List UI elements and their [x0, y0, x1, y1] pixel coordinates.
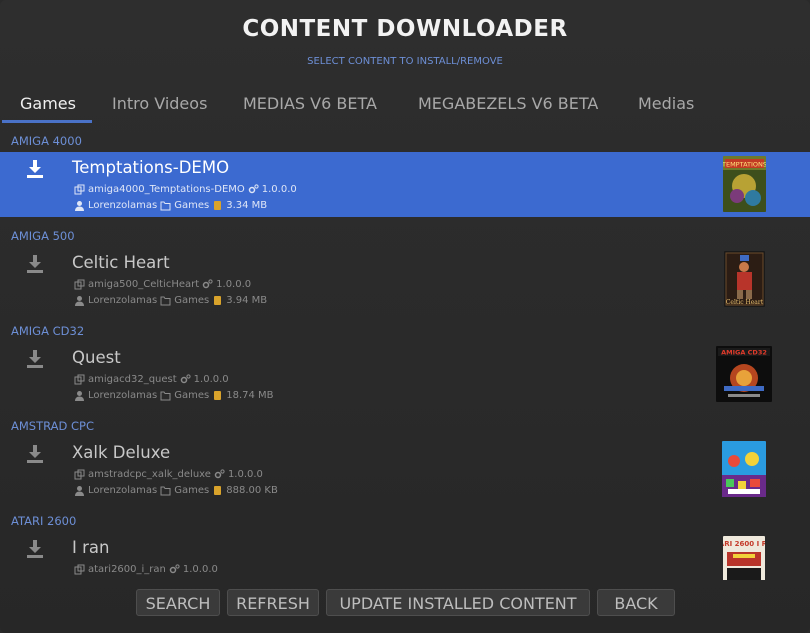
- item-id: amiga500_CelticHeart: [88, 279, 200, 290]
- item-author: Lorenzolamas: [88, 485, 158, 496]
- thumbnail-text: Celtic Heart: [726, 299, 764, 306]
- item-size: 888.00 KB: [226, 485, 278, 496]
- group-header-amiga-500: AMIGA 500: [11, 229, 75, 243]
- page-title: CONTENT DOWNLOADER: [242, 16, 568, 42]
- database-icon: [214, 391, 222, 400]
- database-icon: [214, 486, 222, 495]
- item-version: 1.0.0.0: [193, 374, 229, 385]
- game-thumbnail-atari2600: ATARI 2600 I RAN: [723, 536, 765, 580]
- item-name: I ran: [72, 538, 110, 557]
- group-header-amiga-4000: AMIGA 4000: [11, 134, 82, 148]
- item-meta-id: amigacd32_quest 1.0.0.0: [74, 374, 229, 385]
- item-version: 1.0.0.0: [216, 279, 252, 290]
- user-icon: [75, 201, 84, 211]
- item-id: amstradcpc_xalk_deluxe: [88, 469, 211, 480]
- item-id: atari2600_i_ran: [88, 564, 166, 575]
- copy-icon: [74, 564, 85, 575]
- update-installed-content-button[interactable]: UPDATE INSTALLED CONTENT: [326, 589, 590, 616]
- game-thumbnail-amstradcpc: [722, 441, 766, 497]
- item-name: Xalk Deluxe: [72, 443, 171, 462]
- gears-icon: [202, 279, 213, 289]
- item-author: Lorenzolamas: [88, 295, 158, 306]
- content-downloader-window: CONTENT DOWNLOADER SELECT CONTENT TO INS…: [0, 0, 810, 633]
- item-meta-details: Lorenzolamas Games 18.74 MB: [74, 390, 274, 401]
- item-size: 3.34 MB: [226, 200, 268, 211]
- copy-icon: [74, 374, 85, 385]
- game-thumbnail-amiga500: Celtic Heart: [724, 251, 765, 307]
- item-meta-id: amiga500_CelticHeart 1.0.0.0: [74, 279, 251, 290]
- tab-medias[interactable]: Medias: [638, 94, 694, 113]
- user-icon: [75, 486, 84, 496]
- group-header-amstrad-cpc: AMSTRAD CPC: [11, 419, 95, 433]
- active-tab-indicator: [2, 120, 92, 123]
- folder-icon: [160, 201, 171, 211]
- list-item[interactable]: Temptations-DEMO amiga4000_Temptations-D…: [0, 152, 810, 217]
- item-author: Lorenzolamas: [88, 200, 158, 211]
- download-icon: [27, 255, 43, 273]
- database-icon: [214, 201, 222, 210]
- group-header-amiga-cd32: AMIGA CD32: [11, 324, 85, 338]
- item-size: 3.94 MB: [226, 295, 268, 306]
- gears-icon: [248, 184, 259, 194]
- item-category: Games: [174, 390, 210, 401]
- item-meta-id: amstradcpc_xalk_deluxe 1.0.0.0: [74, 469, 263, 480]
- copy-icon: [74, 279, 85, 290]
- content-list[interactable]: AMIGA 4000 Temptations-DEMO amiga4000_Te…: [0, 130, 810, 580]
- tab-games[interactable]: Games: [20, 94, 76, 113]
- folder-icon: [160, 296, 171, 306]
- search-button[interactable]: SEARCH: [136, 589, 220, 616]
- item-category: Games: [174, 200, 210, 211]
- item-name: Celtic Heart: [72, 253, 170, 272]
- item-id: amigacd32_quest: [88, 374, 177, 385]
- group-header-atari-2600: ATARI 2600: [11, 514, 77, 528]
- game-thumbnail-amigacd32: AMIGA CD32: [716, 346, 772, 402]
- tab-bar: Games Intro Videos MEDIAS V6 BETA MEGABE…: [0, 94, 810, 126]
- download-icon: [27, 445, 43, 463]
- database-icon: [214, 296, 222, 305]
- refresh-button[interactable]: REFRESH: [227, 589, 319, 616]
- game-thumbnail-amiga4000: TEMPTATIONS: [723, 156, 766, 212]
- item-version: 1.0.0.0: [182, 564, 218, 575]
- item-meta-details: Lorenzolamas Games 888.00 KB: [74, 485, 278, 496]
- list-item[interactable]: I ran atari2600_i_ran 1.0.0.0 ATARI 2600…: [0, 532, 810, 580]
- folder-icon: [160, 391, 171, 401]
- copy-icon: [74, 184, 85, 195]
- copy-icon: [74, 469, 85, 480]
- download-icon: [27, 350, 43, 368]
- download-icon: [27, 540, 43, 558]
- thumbnail-text: TEMPTATIONS: [723, 161, 766, 169]
- item-id: amiga4000_Temptations-DEMO: [88, 184, 245, 195]
- tab-medias-v6-beta[interactable]: MEDIAS V6 BETA: [243, 94, 377, 113]
- item-author: Lorenzolamas: [88, 390, 158, 401]
- item-name: Quest: [72, 348, 121, 367]
- list-item[interactable]: Xalk Deluxe amstradcpc_xalk_deluxe 1.0.0…: [0, 437, 810, 502]
- thumbnail-text: ATARI 2600 I RAN: [723, 540, 765, 548]
- tab-intro-videos[interactable]: Intro Videos: [112, 94, 207, 113]
- item-meta-id: amiga4000_Temptations-DEMO 1.0.0.0: [74, 184, 297, 195]
- gears-icon: [169, 564, 180, 574]
- back-button[interactable]: BACK: [597, 589, 675, 616]
- folder-icon: [160, 486, 171, 496]
- item-version: 1.0.0.0: [261, 184, 297, 195]
- page-subtitle: SELECT CONTENT TO INSTALL/REMOVE: [307, 56, 503, 67]
- item-category: Games: [174, 295, 210, 306]
- item-name: Temptations-DEMO: [72, 158, 230, 177]
- button-bar: SEARCH REFRESH UPDATE INSTALLED CONTENT …: [0, 589, 810, 616]
- gears-icon: [180, 374, 191, 384]
- user-icon: [75, 391, 84, 401]
- thumbnail-text: AMIGA CD32: [721, 349, 767, 357]
- item-meta-details: Lorenzolamas Games 3.34 MB: [74, 200, 267, 211]
- item-category: Games: [174, 485, 210, 496]
- item-version: 1.0.0.0: [227, 469, 263, 480]
- list-item[interactable]: Celtic Heart amiga500_CelticHeart 1.0.0.…: [0, 247, 810, 312]
- item-meta-details: Lorenzolamas Games 3.94 MB: [74, 295, 267, 306]
- item-size: 18.74 MB: [226, 390, 274, 401]
- download-icon: [27, 160, 43, 178]
- user-icon: [75, 296, 84, 306]
- gears-icon: [214, 469, 225, 479]
- list-item[interactable]: Quest amigacd32_quest 1.0.0.0 Lorenzolam…: [0, 342, 810, 407]
- item-meta-id: atari2600_i_ran 1.0.0.0: [74, 564, 218, 575]
- tab-megabezels-v6-beta[interactable]: MEGABEZELS V6 BETA: [418, 94, 598, 113]
